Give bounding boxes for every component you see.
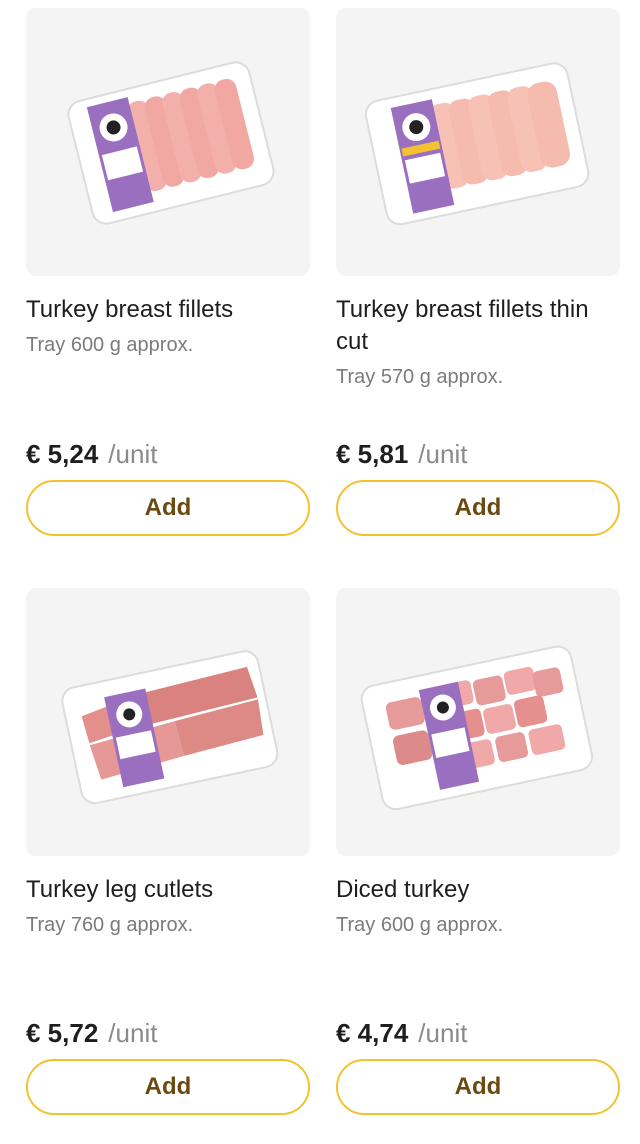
price-unit: /unit: [108, 1018, 158, 1048]
turkey-fillets-tray-icon: [67, 61, 275, 225]
product-price: € 5,24: [26, 439, 99, 469]
product-price: € 5,81: [336, 439, 409, 469]
product-title[interactable]: Diced turkey: [336, 874, 620, 906]
price-row: € 4,74/unit: [336, 1017, 467, 1049]
product-title[interactable]: Turkey breast fillets thin cut: [336, 294, 620, 358]
turkey-leg-cutlets-tray-icon: [61, 650, 279, 805]
product-price: € 4,74: [336, 1018, 409, 1048]
product-weight: Tray 600 g approx.: [26, 334, 194, 356]
add-button[interactable]: Add: [26, 480, 310, 536]
price-row: € 5,24/unit: [26, 438, 157, 470]
price-row: € 5,81/unit: [336, 438, 467, 470]
price-unit: /unit: [418, 1018, 468, 1048]
diced-turkey-tray-icon: [360, 645, 594, 811]
product-price: € 5,72: [26, 1018, 99, 1048]
product-image[interactable]: [336, 588, 620, 856]
product-image[interactable]: [336, 8, 620, 276]
product-card: Turkey leg cutlets Tray 760 g approx.: [26, 588, 310, 938]
product-card: Turkey breast fillets thin cut Tray 570 …: [336, 8, 620, 390]
add-button[interactable]: Add: [336, 480, 620, 536]
product-title[interactable]: Turkey breast fillets: [26, 294, 310, 326]
product-card: Diced turkey Tray 600 g approx.: [336, 588, 620, 938]
price-unit: /unit: [418, 439, 468, 469]
product-title[interactable]: Turkey leg cutlets: [26, 874, 310, 906]
add-button[interactable]: Add: [336, 1059, 620, 1115]
product-image[interactable]: [26, 588, 310, 856]
turkey-thin-fillets-tray-icon: [364, 62, 590, 226]
product-grid: Turkey breast fillets Tray 600 g approx.…: [0, 0, 640, 1144]
product-card: Turkey breast fillets Tray 600 g approx.: [26, 8, 310, 358]
product-weight: Tray 600 g approx.: [336, 914, 504, 936]
product-weight: Tray 570 g approx.: [336, 366, 504, 388]
price-unit: /unit: [108, 439, 158, 469]
product-image[interactable]: [26, 8, 310, 276]
price-row: € 5,72/unit: [26, 1017, 157, 1049]
product-weight: Tray 760 g approx.: [26, 914, 194, 936]
add-button[interactable]: Add: [26, 1059, 310, 1115]
